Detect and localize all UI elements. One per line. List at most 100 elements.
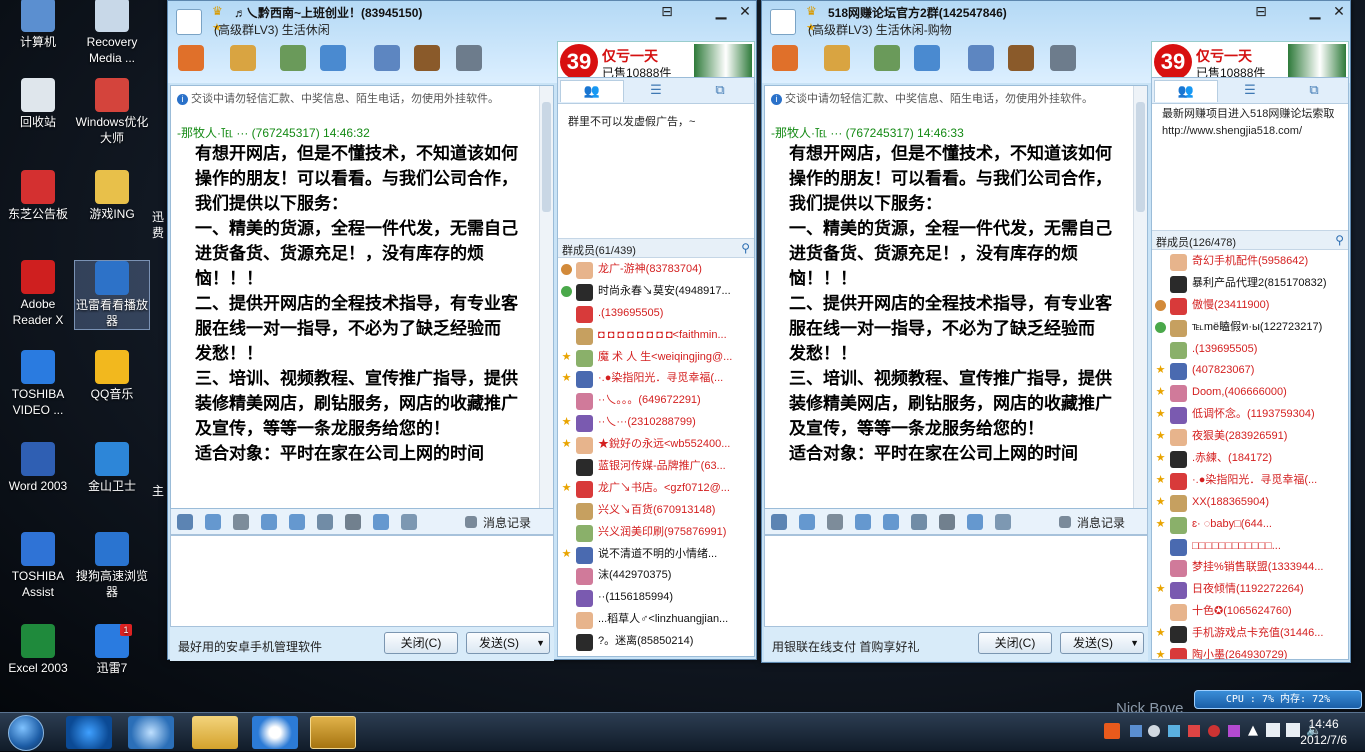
member-item[interactable]: 暴利产品代理2(815170832): [1152, 273, 1348, 295]
message-history-button[interactable]: 消息记录: [483, 514, 531, 531]
chat-bubble-icon[interactable]: [995, 514, 1011, 530]
member-item[interactable]: □□□□□□□□□□□□...: [1152, 536, 1348, 558]
member-item[interactable]: ★ ·.●染指阳光．寻觅幸福(...: [1152, 470, 1348, 492]
member-item[interactable]: 兴义↘百货(670913148): [558, 500, 754, 522]
emoji-icon[interactable]: [205, 514, 221, 530]
member-item[interactable]: .(139695505): [1152, 339, 1348, 361]
qq-group-chat-window[interactable]: ♛ ★ 518网赚论坛官方2群(142547846) (高级群LV3) 生活休闲-购物…: [761, 0, 1351, 663]
desktop-icon[interactable]: 搜狗高速浏览器: [74, 532, 150, 600]
scroll-thumb[interactable]: [542, 102, 551, 212]
scissors-icon[interactable]: [939, 514, 955, 530]
member-item[interactable]: 蓝银河传媒-品牌推广(63...: [558, 456, 754, 478]
coffee-icon[interactable]: [414, 45, 440, 71]
up-arrow-icon[interactable]: ▲: [1248, 723, 1258, 738]
gear-icon[interactable]: [1050, 45, 1076, 71]
desktop-icon[interactable]: Adobe Reader X: [0, 260, 76, 328]
home-icon[interactable]: [178, 45, 204, 71]
message-input[interactable]: [764, 535, 1148, 627]
search-icon[interactable]: ⚲: [1335, 233, 1344, 247]
network-icon[interactable]: [1286, 723, 1300, 737]
tab-members[interactable]: 👥: [1154, 80, 1218, 102]
desktop-icon[interactable]: TOSHIBA VIDEO ...: [0, 350, 76, 418]
member-item[interactable]: ★ .赤練、(184172): [1152, 448, 1348, 470]
chevron-down-icon[interactable]: ▼: [536, 633, 545, 653]
desktop-icon[interactable]: Excel 2003: [0, 624, 76, 676]
desktop-icon[interactable]: 迅雷看看播放器: [74, 260, 150, 330]
font-icon[interactable]: [177, 514, 193, 530]
image-icon[interactable]: [289, 514, 305, 530]
scissors-icon[interactable]: [345, 514, 361, 530]
member-item[interactable]: ℡mё瞌假ท·ы(122723217): [1152, 317, 1348, 339]
qq-taskbar-icon[interactable]: [310, 716, 356, 749]
member-item[interactable]: ★ 日夜倾情(1192272264): [1152, 579, 1348, 601]
close-button[interactable]: 关闭(C): [978, 632, 1052, 654]
chat-scrollbar[interactable]: [1133, 86, 1147, 508]
member-list[interactable]: 奇幻手机配件(5958642) 暴利产品代理2(815170832) 傲慢(2341…: [1152, 251, 1348, 659]
chat-bubble-icon[interactable]: [401, 514, 417, 530]
member-item[interactable]: ★ 低调怀念。(1193759304): [1152, 404, 1348, 426]
robot-icon[interactable]: [827, 514, 843, 530]
tab-files[interactable]: ⧉: [688, 80, 752, 102]
battery-icon[interactable]: [1266, 723, 1280, 737]
coffee-icon[interactable]: [1008, 45, 1034, 71]
folder-icon[interactable]: [230, 45, 256, 71]
flag-icon[interactable]: [1188, 725, 1200, 737]
edit-icon[interactable]: [261, 514, 277, 530]
desktop-icon[interactable]: Word 2003: [0, 442, 76, 494]
member-item[interactable]: 梦挂%销售联盟(1333944...: [1152, 557, 1348, 579]
folder-taskbar-icon[interactable]: [192, 716, 238, 749]
member-item[interactable]: 傲慢(23411900): [1152, 295, 1348, 317]
member-item[interactable]: 兴义润美印刷(975876991): [558, 522, 754, 544]
member-item[interactable]: .(139695505): [558, 303, 754, 325]
desktop-icon[interactable]: Windows优化大师: [74, 78, 150, 146]
group-avatar[interactable]: [770, 9, 796, 35]
desktop-icon[interactable]: QQ音乐: [74, 350, 150, 402]
member-item[interactable]: ★ Doom,(406666000): [1152, 382, 1348, 404]
scroll-thumb[interactable]: [1136, 102, 1145, 212]
keyboard-icon[interactable]: [1130, 725, 1142, 737]
member-item[interactable]: ★ 手机游戏点卡充值(31446...: [1152, 623, 1348, 645]
app-icon[interactable]: [968, 45, 994, 71]
sogou-icon[interactable]: [967, 514, 983, 530]
member-item[interactable]: ★ 魔 术 人 生<weiqingjing@...: [558, 347, 754, 369]
message-history-button[interactable]: 消息记录: [1077, 514, 1125, 531]
ie-taskbar-icon[interactable]: [66, 716, 112, 749]
desktop-icon[interactable]: 回收站: [0, 78, 76, 130]
tab-files[interactable]: ⧉: [1282, 80, 1346, 102]
edit-icon[interactable]: [855, 514, 871, 530]
member-item[interactable]: 时尚永春↘莫安(4948917...: [558, 281, 754, 303]
desktop-icon[interactable]: 1 迅雷7: [74, 624, 150, 676]
member-item[interactable]: ...稻草人♂<linzhuangjian...: [558, 609, 754, 631]
antivirus-icon[interactable]: [1208, 725, 1220, 737]
send-button[interactable]: 发送(S) ▼: [1060, 632, 1144, 654]
emoji-icon[interactable]: [799, 514, 815, 530]
minimize-to-tray-icon[interactable]: ⊟: [1250, 3, 1272, 21]
clock[interactable]: 14:46 2012/7/6: [1300, 716, 1347, 748]
member-item[interactable]: ★ ɛ· ◌baby□(644...: [1152, 514, 1348, 536]
microphone-icon[interactable]: [914, 45, 940, 71]
microphone-icon[interactable]: [320, 45, 346, 71]
sogou-taskbar-icon[interactable]: [252, 716, 298, 749]
image-icon[interactable]: [883, 514, 899, 530]
app-icon[interactable]: [374, 45, 400, 71]
robot-icon[interactable]: [233, 514, 249, 530]
tab-announcement[interactable]: ☰: [1218, 80, 1282, 102]
photo-icon[interactable]: [280, 45, 306, 71]
tab-announcement[interactable]: ☰: [624, 80, 688, 102]
chat-history[interactable]: i 交谈中请勿轻信汇款、中奖信息、陌生电话，勿使用外挂软件。 -那牧人·℡ ··· …: [170, 85, 554, 509]
music-icon[interactable]: [317, 514, 333, 530]
chat-scrollbar[interactable]: [539, 86, 553, 508]
folder-icon[interactable]: [824, 45, 850, 71]
member-item[interactable]: ★ 说不清道不明的小情绪...: [558, 544, 754, 566]
minimize-to-tray-icon[interactable]: ⊟: [656, 3, 678, 21]
close-button[interactable]: 关闭(C): [384, 632, 458, 654]
chevron-down-icon[interactable]: ▼: [1130, 633, 1139, 653]
desktop-icon[interactable]: 金山卫士: [74, 442, 150, 494]
desktop-icon[interactable]: 计算机: [0, 0, 76, 50]
member-item[interactable]: ★ 夜狠美(283926591): [1152, 426, 1348, 448]
tab-members[interactable]: 👥: [560, 80, 624, 102]
promo-link[interactable]: 用银联在线支付 首购享好礼: [772, 638, 919, 655]
start-button[interactable]: [8, 715, 44, 751]
member-item[interactable]: ★ (407823067): [1152, 360, 1348, 382]
member-item[interactable]: 奇幻手机配件(5958642): [1152, 251, 1348, 273]
